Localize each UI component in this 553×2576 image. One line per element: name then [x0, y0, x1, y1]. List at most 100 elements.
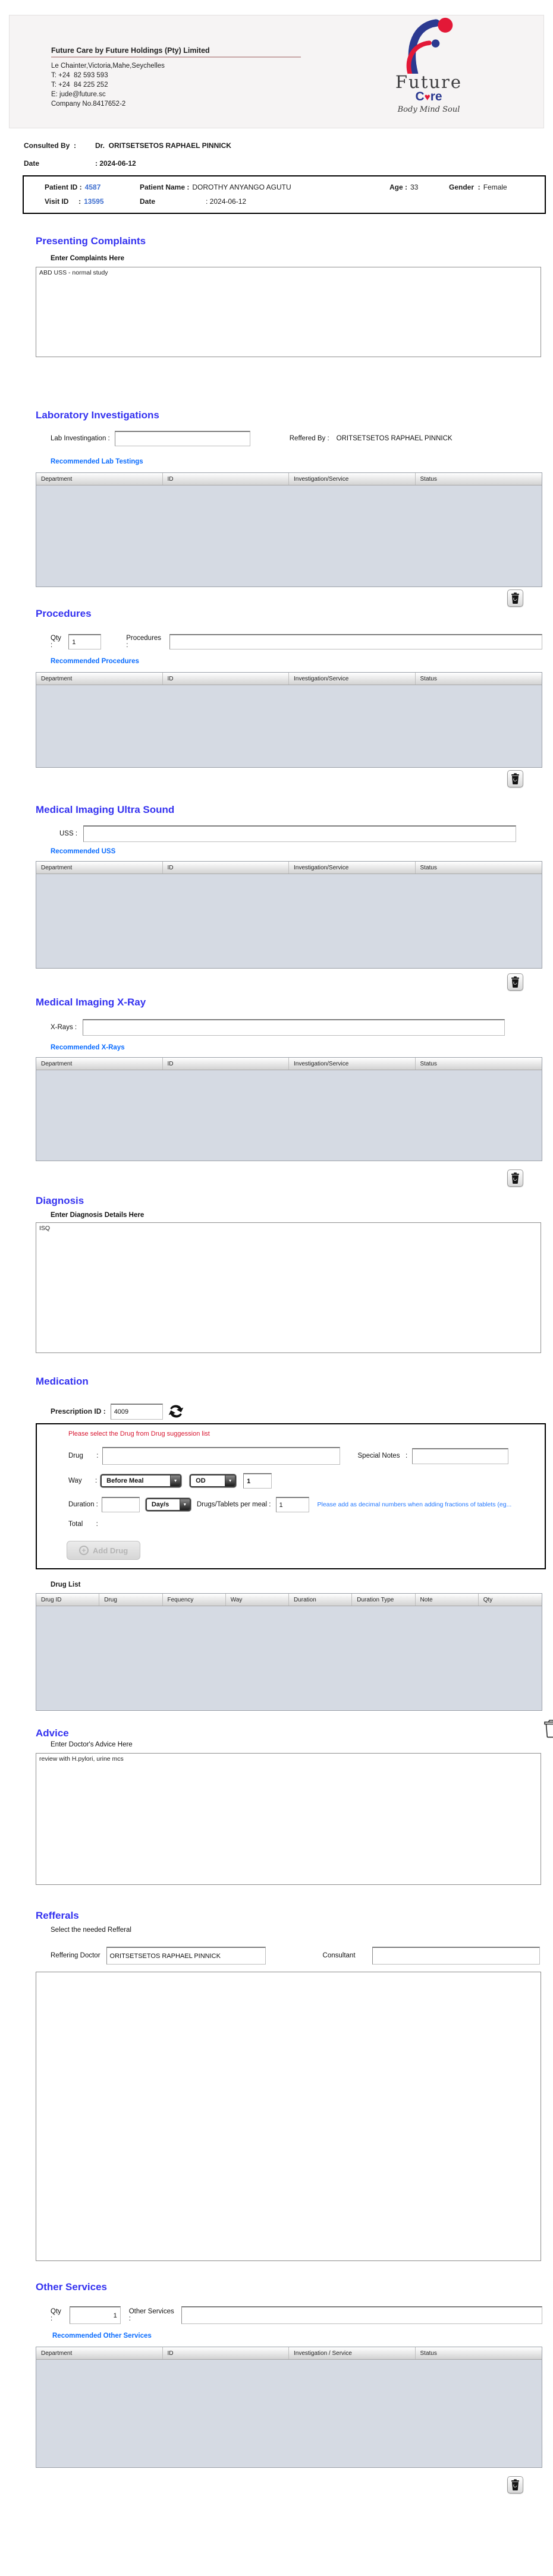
- column-header-drug-id[interactable]: Drug ID: [36, 1594, 100, 1606]
- clinic-info: Future Care by Future Holdings (Pty) Lim…: [51, 46, 301, 109]
- delete-lab-testing-button[interactable]: [507, 589, 523, 607]
- diagnosis-textarea[interactable]: ISQ: [36, 1222, 541, 1353]
- special-notes-input[interactable]: [412, 1448, 509, 1464]
- section-title-diagnosis: Diagnosis: [36, 1195, 84, 1206]
- total-label: Total :: [68, 1521, 98, 1528]
- column-header-frequency[interactable]: Fequency: [163, 1594, 226, 1606]
- column-header-department[interactable]: Department: [36, 473, 163, 485]
- column-header-id[interactable]: ID: [163, 1058, 289, 1070]
- add-drug-label: Add Drug: [93, 1546, 128, 1555]
- consulted-by-label: Consulted By :: [24, 141, 77, 150]
- column-header-status[interactable]: Status: [416, 673, 542, 685]
- xray-table: Department ID Investigation/Service Stat…: [36, 1057, 542, 1161]
- column-header-way[interactable]: Way: [226, 1594, 289, 1606]
- per-meal-label: Drugs/Tablets per meal :: [196, 1501, 271, 1508]
- reffered-by-label: Reffered By :: [289, 435, 329, 442]
- column-header-id[interactable]: ID: [163, 2347, 289, 2359]
- column-header-id[interactable]: ID: [163, 862, 289, 874]
- complaints-textarea[interactable]: ABD USS - normal study: [36, 267, 541, 357]
- procedures-qty-input[interactable]: [68, 634, 102, 649]
- prescription-id-input[interactable]: [110, 1403, 163, 1420]
- drug-input[interactable]: [102, 1447, 340, 1465]
- procedures-input[interactable]: [169, 634, 542, 649]
- consulted-by-value: Dr. ORITSETSETOS RAPHAEL PINNICK: [95, 141, 231, 150]
- column-header-note[interactable]: Note: [416, 1594, 479, 1606]
- frequency-value: OD: [196, 1477, 206, 1484]
- duration-label: Duration :: [68, 1501, 98, 1508]
- uss-table: Department ID Investigation/Service Stat…: [36, 861, 542, 969]
- column-header-investigation[interactable]: Investigation/Service: [289, 473, 416, 485]
- column-header-investigation[interactable]: Investigation/Service: [289, 673, 416, 685]
- duration-input[interactable]: [101, 1497, 140, 1512]
- column-header-department[interactable]: Department: [36, 1058, 163, 1070]
- per-meal-input[interactable]: [275, 1497, 309, 1512]
- column-header-status[interactable]: Status: [416, 862, 542, 874]
- refresh-icon: [168, 1405, 184, 1418]
- drug-list-table-body: [36, 1606, 542, 1710]
- column-header-id[interactable]: ID: [163, 473, 289, 485]
- column-header-status[interactable]: Status: [416, 2347, 542, 2359]
- trash-icon: [511, 773, 519, 784]
- column-header-qty[interactable]: Qty: [479, 1594, 542, 1606]
- column-header-investigation[interactable]: Investigation/Service: [289, 1058, 416, 1070]
- duration-type-select[interactable]: Day/s ▼: [145, 1498, 191, 1511]
- patient-info-box: Patient ID :4587 Patient Name : DOROTHY A…: [23, 175, 546, 214]
- column-header-investigation[interactable]: Investigation / Service: [289, 2347, 416, 2359]
- meal-timing-select[interactable]: Before Meal ▼: [100, 1474, 182, 1487]
- other-services-qty-input[interactable]: [69, 2306, 121, 2324]
- date-value: : 2024-06-12: [95, 159, 136, 168]
- other-services-table: Department ID Investigation / Service St…: [36, 2347, 542, 2468]
- consultant-label: Consultant: [322, 1952, 356, 1959]
- section-title-other-services: Other Services: [36, 2281, 108, 2293]
- reffering-doctor-label: Reffering Doctor: [51, 1952, 100, 1959]
- add-drug-button[interactable]: + Add Drug: [67, 1541, 141, 1560]
- way-qty-input[interactable]: [243, 1473, 272, 1489]
- column-header-drug[interactable]: Drug: [99, 1594, 163, 1606]
- column-header-duration[interactable]: Duration: [289, 1594, 353, 1606]
- decimal-helper-text: Please add as decimal numbers when addin…: [317, 1501, 512, 1508]
- delete-xray-button[interactable]: [507, 1169, 523, 1187]
- consultant-input[interactable]: [372, 1947, 540, 1965]
- section-title-advice: Advice: [36, 1727, 69, 1739]
- complaints-label: Enter Complaints Here: [51, 255, 124, 262]
- clinic-header: Future Care by Future Holdings (Pty) Lim…: [9, 15, 544, 128]
- drug-list-table: Drug ID Drug Fequency Way Duration Durat…: [36, 1593, 542, 1711]
- age-value: 33: [410, 183, 419, 191]
- frequency-select[interactable]: OD ▼: [190, 1474, 237, 1487]
- refferals-listbox[interactable]: [36, 1972, 541, 2261]
- age-label: Age :: [389, 183, 407, 191]
- advice-textarea[interactable]: review with H.pylori, urine mcs: [36, 1753, 541, 1885]
- column-header-investigation[interactable]: Investigation/Service: [289, 862, 416, 874]
- column-header-department[interactable]: Department: [36, 673, 163, 685]
- xray-label: X-Rays :: [51, 1024, 77, 1031]
- delete-procedure-button[interactable]: [507, 770, 523, 787]
- column-header-department[interactable]: Department: [36, 862, 163, 874]
- lab-investigation-input[interactable]: [114, 431, 250, 446]
- patient-name-label: Patient Name :: [140, 183, 190, 191]
- column-header-status[interactable]: Status: [416, 473, 542, 485]
- section-title-xray: Medical Imaging X-Ray: [36, 997, 146, 1008]
- chevron-down-icon: ▼: [225, 1475, 235, 1486]
- reffering-doctor-input[interactable]: [106, 1947, 266, 1965]
- refferals-subtitle: Select the needed Refferal: [51, 1927, 131, 1934]
- drug-list-label: Drug List: [51, 1581, 81, 1588]
- column-header-department[interactable]: Department: [36, 2347, 163, 2359]
- uss-input[interactable]: [83, 825, 517, 842]
- duration-type-value: Day/s: [151, 1501, 169, 1508]
- xray-input[interactable]: [83, 1019, 505, 1036]
- logo-swoosh-icon: [406, 17, 453, 74]
- date-label: Date: [24, 159, 40, 168]
- column-header-id[interactable]: ID: [163, 673, 289, 685]
- lab-investigation-label: Lab Investingation :: [51, 435, 110, 442]
- column-header-duration-type[interactable]: Duration Type: [352, 1594, 416, 1606]
- special-notes-label: Special Notes :: [357, 1452, 408, 1459]
- delete-other-service-button[interactable]: [507, 2476, 523, 2493]
- uss-table-body: [36, 874, 542, 968]
- delete-uss-button[interactable]: [507, 973, 523, 991]
- delete-drug-button[interactable]: [543, 1719, 553, 1740]
- gender-value: Female: [483, 183, 507, 191]
- trash-icon: [511, 1172, 519, 1184]
- other-services-input[interactable]: [181, 2306, 542, 2324]
- refresh-prescription-button[interactable]: [168, 1403, 184, 1420]
- column-header-status[interactable]: Status: [416, 1058, 542, 1070]
